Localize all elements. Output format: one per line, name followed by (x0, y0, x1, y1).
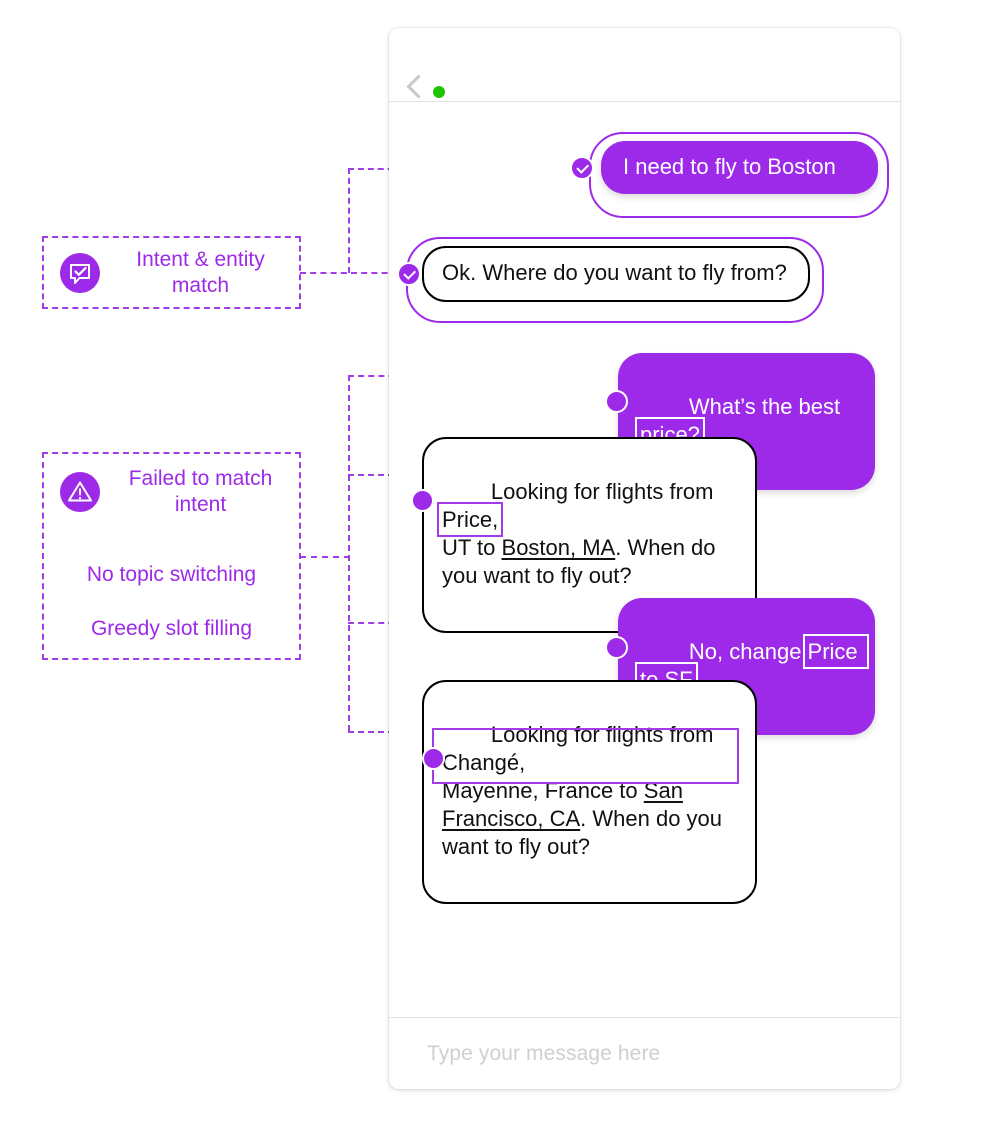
msg4-text-b: UT to (442, 535, 496, 560)
warning-triangle-2 (804, 672, 850, 712)
message-bubble-bot-6[interactable]: Looking for flights from Changé, Mayenne… (422, 680, 757, 904)
message-list: I need to fly to Boston Ok. Where do you… (389, 28, 900, 1089)
annotation-intent-entity-match: Intent & entity match (42, 236, 301, 309)
marker-dot-msg-5 (605, 636, 628, 659)
diagram-canvas: I need to fly to Boston Ok. Where do you… (0, 0, 1000, 1121)
annotation-intent-entity-match-title: Intent & entity match (136, 247, 265, 297)
chat-check-icon (60, 252, 100, 293)
marker-check-msg-2 (397, 262, 421, 286)
connector-success-vert (348, 168, 350, 273)
msg4-boxed-entity: Price, (436, 502, 504, 537)
msg3-text: What’s the best (688, 394, 847, 419)
marker-check-msg-1 (570, 156, 594, 180)
msg4-underlined-entity: Boston, MA (501, 535, 616, 560)
marker-dot-msg-6 (422, 747, 445, 770)
connector-fail-vert (348, 375, 350, 731)
annotation-no-topic-switching: No topic switching (86, 563, 257, 586)
annotation-failed-intent-row: Failed to match intent (44, 454, 299, 518)
warning-triangle-icon (60, 472, 100, 512)
composer-placeholder-text: Type your message here (427, 1042, 661, 1065)
marker-dot-msg-3 (605, 390, 628, 413)
connector-fail-mid (300, 556, 350, 558)
annotation-greedy-slot-filling: Greedy slot filling (90, 617, 253, 640)
message-bubble-bot-2[interactable]: Ok. Where do you want to fly from? (422, 246, 810, 302)
chat-panel: I need to fly to Boston Ok. Where do you… (389, 28, 900, 1089)
annotation-failed-intent-title: Failed to match intent (128, 467, 273, 516)
annotation-failure-group: Failed to match intent No topic switchin… (42, 452, 301, 660)
warning-triangle-1 (804, 420, 850, 460)
marker-dot-msg-4 (411, 489, 434, 512)
message-bubble-user-1[interactable]: I need to fly to Boston (601, 141, 878, 194)
msg4-text-a: Looking for flights from (490, 479, 720, 504)
msg5-text: No, change (688, 639, 808, 664)
message-composer[interactable]: Type your message here (389, 1017, 900, 1089)
